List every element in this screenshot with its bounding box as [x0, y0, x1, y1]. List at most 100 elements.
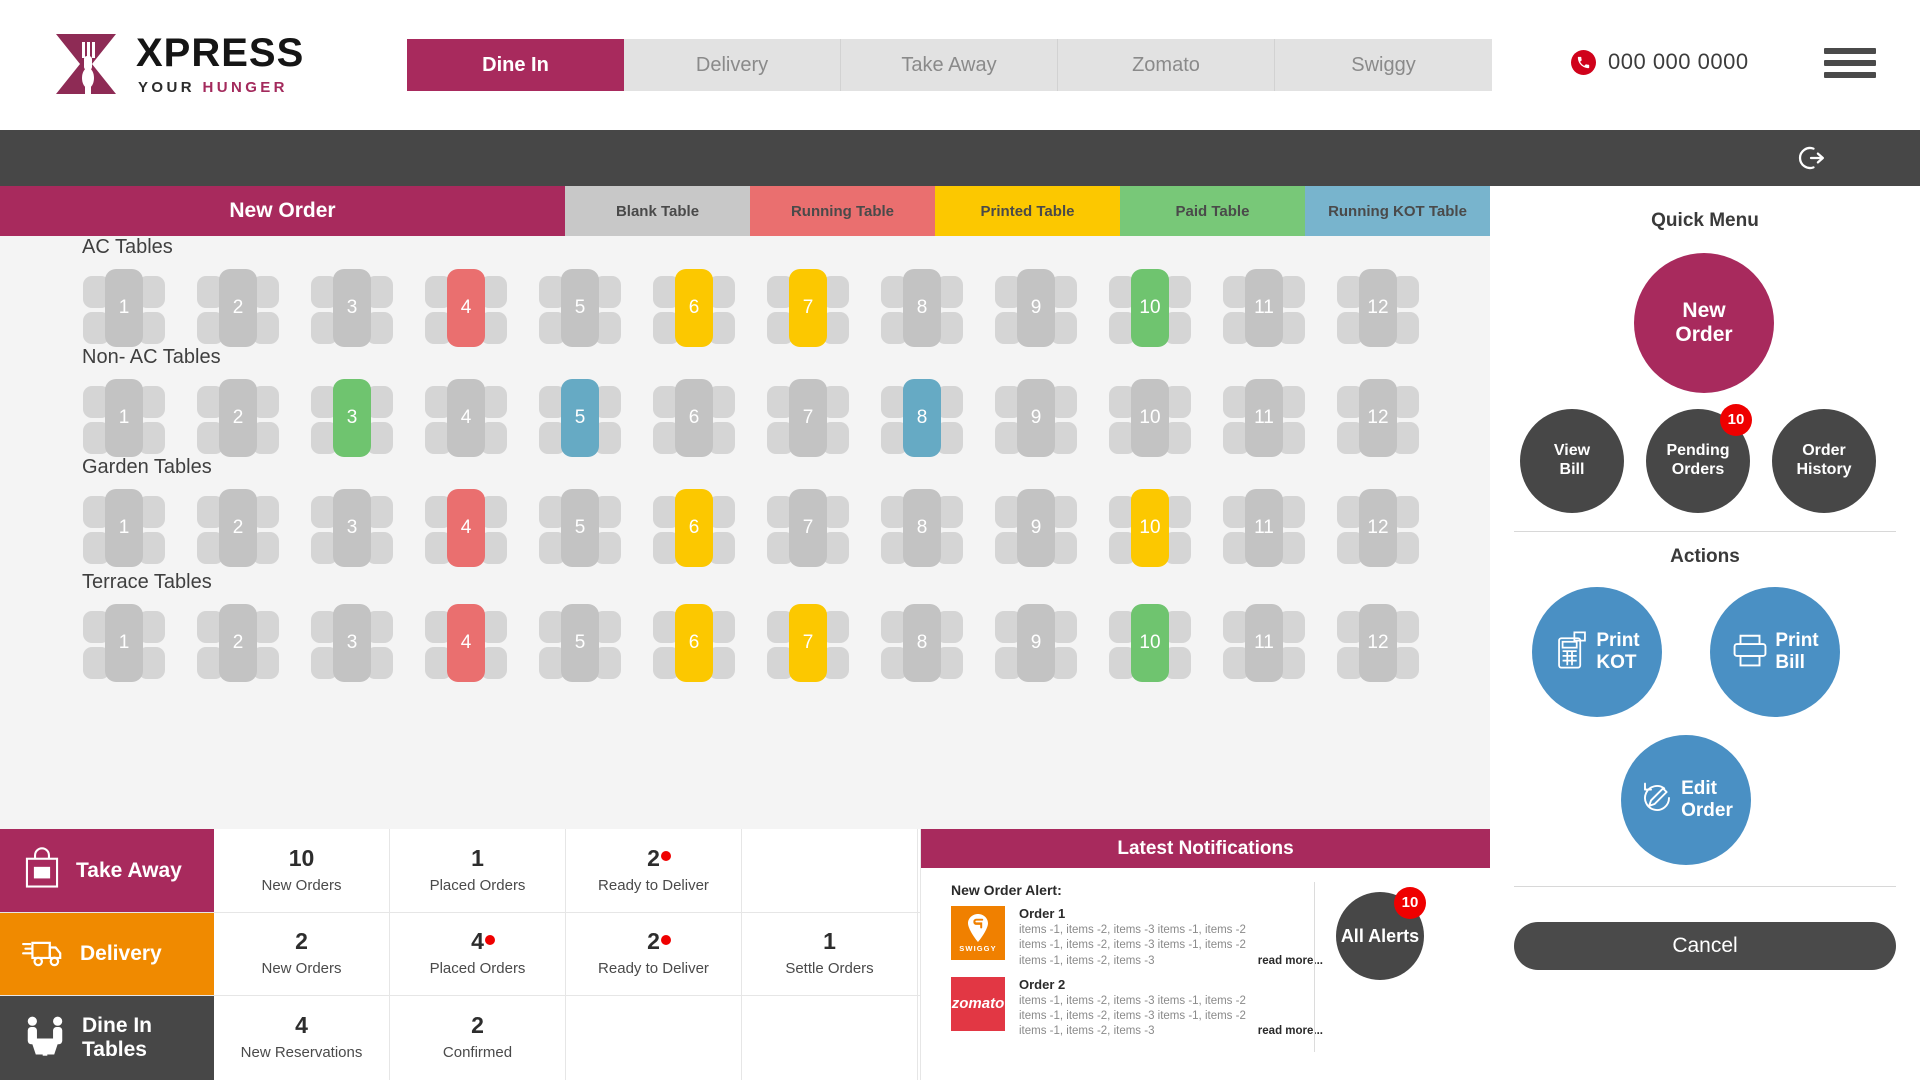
stats-label-delivery[interactable]: Delivery	[0, 912, 214, 996]
legend-blank-table[interactable]: Blank Table	[565, 186, 750, 236]
table-button[interactable]: 5	[561, 269, 599, 347]
quick-view-bill-button[interactable]: View Bill	[1520, 409, 1624, 513]
legend-printed-table[interactable]: Printed Table	[935, 186, 1120, 236]
delivery-truck-icon	[22, 931, 66, 976]
table-button[interactable]: 1	[105, 604, 143, 682]
brand-tagline-your: YOUR	[138, 79, 195, 96]
stats-label-dinein[interactable]: Dine In Tables	[0, 996, 214, 1080]
table-button[interactable]: 8	[903, 604, 941, 682]
stat-cell[interactable]: 2 Ready to Deliver	[566, 912, 742, 996]
table-button[interactable]: 11	[1245, 604, 1283, 682]
table-button[interactable]: 5	[561, 604, 599, 682]
table-button[interactable]: 1	[105, 379, 143, 457]
brand-tagline-hunger: HUNGER	[202, 79, 288, 96]
quick-pending-orders-button[interactable]: Pending Orders 10	[1646, 404, 1752, 513]
table-button[interactable]: 11	[1245, 379, 1283, 457]
table-button[interactable]: 3	[333, 379, 371, 457]
table-button[interactable]: 10	[1131, 604, 1169, 682]
table-button[interactable]: 4	[447, 379, 485, 457]
table-unit: 3	[306, 604, 398, 682]
table-button[interactable]: 9	[1017, 269, 1055, 347]
stat-cell[interactable]: 2 Confirmed	[390, 996, 566, 1080]
table-button[interactable]: 9	[1017, 604, 1055, 682]
cancel-button[interactable]: Cancel	[1514, 922, 1896, 970]
legend-new-order[interactable]: New Order	[0, 186, 565, 236]
table-button[interactable]: 8	[903, 489, 941, 567]
new-order-button[interactable]: New Order	[1634, 253, 1774, 393]
table-unit: 2	[192, 489, 284, 567]
table-button[interactable]: 9	[1017, 489, 1055, 567]
table-button[interactable]: 7	[789, 269, 827, 347]
print-bill-label: Print Bill	[1775, 630, 1819, 673]
brand-logo: XPRESS YOUR HUNGER	[50, 28, 304, 100]
legend-running-table[interactable]: Running Table	[750, 186, 935, 236]
table-button[interactable]: 12	[1359, 379, 1397, 457]
table-button[interactable]: 7	[789, 379, 827, 457]
hamburger-menu-icon[interactable]	[1824, 48, 1876, 78]
table-button[interactable]: 3	[333, 489, 371, 567]
table-button[interactable]: 4	[447, 489, 485, 567]
table-button[interactable]: 6	[675, 604, 713, 682]
nav-tab-zomato[interactable]: Zomato	[1058, 39, 1275, 91]
table-button[interactable]: 2	[219, 379, 257, 457]
table-button[interactable]: 2	[219, 604, 257, 682]
legend-running-kot-table[interactable]: Running KOT Table	[1305, 186, 1490, 236]
table-unit: 8	[876, 489, 968, 567]
table-button[interactable]: 5	[561, 379, 599, 457]
table-button[interactable]: 8	[903, 379, 941, 457]
table-button[interactable]: 7	[789, 489, 827, 567]
table-unit: 5	[534, 379, 626, 457]
table-button[interactable]: 6	[675, 489, 713, 567]
table-button[interactable]: 8	[903, 269, 941, 347]
quick-order-history-button[interactable]: Order History	[1772, 409, 1876, 513]
stat-cell[interactable]: 2 New Orders	[214, 912, 390, 996]
table-button[interactable]: 12	[1359, 489, 1397, 567]
table-button[interactable]: 10	[1131, 489, 1169, 567]
table-button[interactable]: 5	[561, 489, 599, 567]
print-kot-button[interactable]: Print KOT	[1532, 587, 1662, 717]
all-alerts-badge: 10	[1394, 887, 1426, 919]
table-status-legend: New Order Blank Table Running Table Printe…	[0, 186, 1490, 236]
table-button[interactable]: 6	[675, 379, 713, 457]
stat-cell[interactable]: 4 New Reservations	[214, 996, 390, 1080]
table-button[interactable]: 3	[333, 269, 371, 347]
table-button[interactable]: 12	[1359, 269, 1397, 347]
table-button[interactable]: 10	[1131, 379, 1169, 457]
printer-icon	[1731, 632, 1769, 673]
nav-tab-take-away[interactable]: Take Away	[841, 39, 1058, 91]
stats-label-takeaway[interactable]: Take Away	[0, 829, 214, 912]
table-button[interactable]: 1	[105, 489, 143, 567]
table-button[interactable]: 6	[675, 269, 713, 347]
table-button[interactable]: 10	[1131, 269, 1169, 347]
table-button[interactable]: 4	[447, 604, 485, 682]
nav-tab-delivery[interactable]: Delivery	[624, 39, 841, 91]
table-map: AC Tables 1 2 3 4 5 6 7 8 9 10 11 12 Non- AC Tables 1 2…	[0, 236, 1490, 829]
nav-tab-swiggy[interactable]: Swiggy	[1275, 39, 1492, 91]
table-button[interactable]: 4	[447, 269, 485, 347]
table-button[interactable]: 9	[1017, 379, 1055, 457]
notifications-title: Latest Notifications	[921, 829, 1490, 868]
all-alerts-button[interactable]: All Alerts 10	[1336, 887, 1426, 980]
table-button[interactable]: 11	[1245, 489, 1283, 567]
stat-cell[interactable]: 1 Settle Orders	[742, 912, 918, 996]
legend-paid-table[interactable]: Paid Table	[1120, 186, 1305, 236]
stat-cell[interactable]: 10 New Orders	[214, 829, 390, 912]
stat-cell[interactable]: 1 Placed Orders	[390, 829, 566, 912]
table-button[interactable]: 2	[219, 489, 257, 567]
table-button[interactable]: 12	[1359, 604, 1397, 682]
hamburger-bar-3	[1824, 72, 1876, 78]
nav-tab-dine-in[interactable]: Dine In	[407, 39, 624, 91]
print-bill-button[interactable]: Print Bill	[1710, 587, 1840, 717]
table-button[interactable]: 11	[1245, 269, 1283, 347]
table-button[interactable]: 1	[105, 269, 143, 347]
table-button[interactable]: 2	[219, 269, 257, 347]
table-button[interactable]: 3	[333, 604, 371, 682]
stat-cell[interactable]: 2 Ready to Deliver	[566, 829, 742, 912]
contact-phone[interactable]: 000 000 0000	[1571, 49, 1749, 75]
stat-cell[interactable]: 4 Placed Orders	[390, 912, 566, 996]
table-unit: 2	[192, 379, 284, 457]
table-button[interactable]: 7	[789, 604, 827, 682]
edit-order-button[interactable]: Edit Order	[1621, 735, 1751, 865]
logout-icon[interactable]	[1796, 143, 1826, 173]
brand-title: XPRESS	[136, 31, 305, 75]
